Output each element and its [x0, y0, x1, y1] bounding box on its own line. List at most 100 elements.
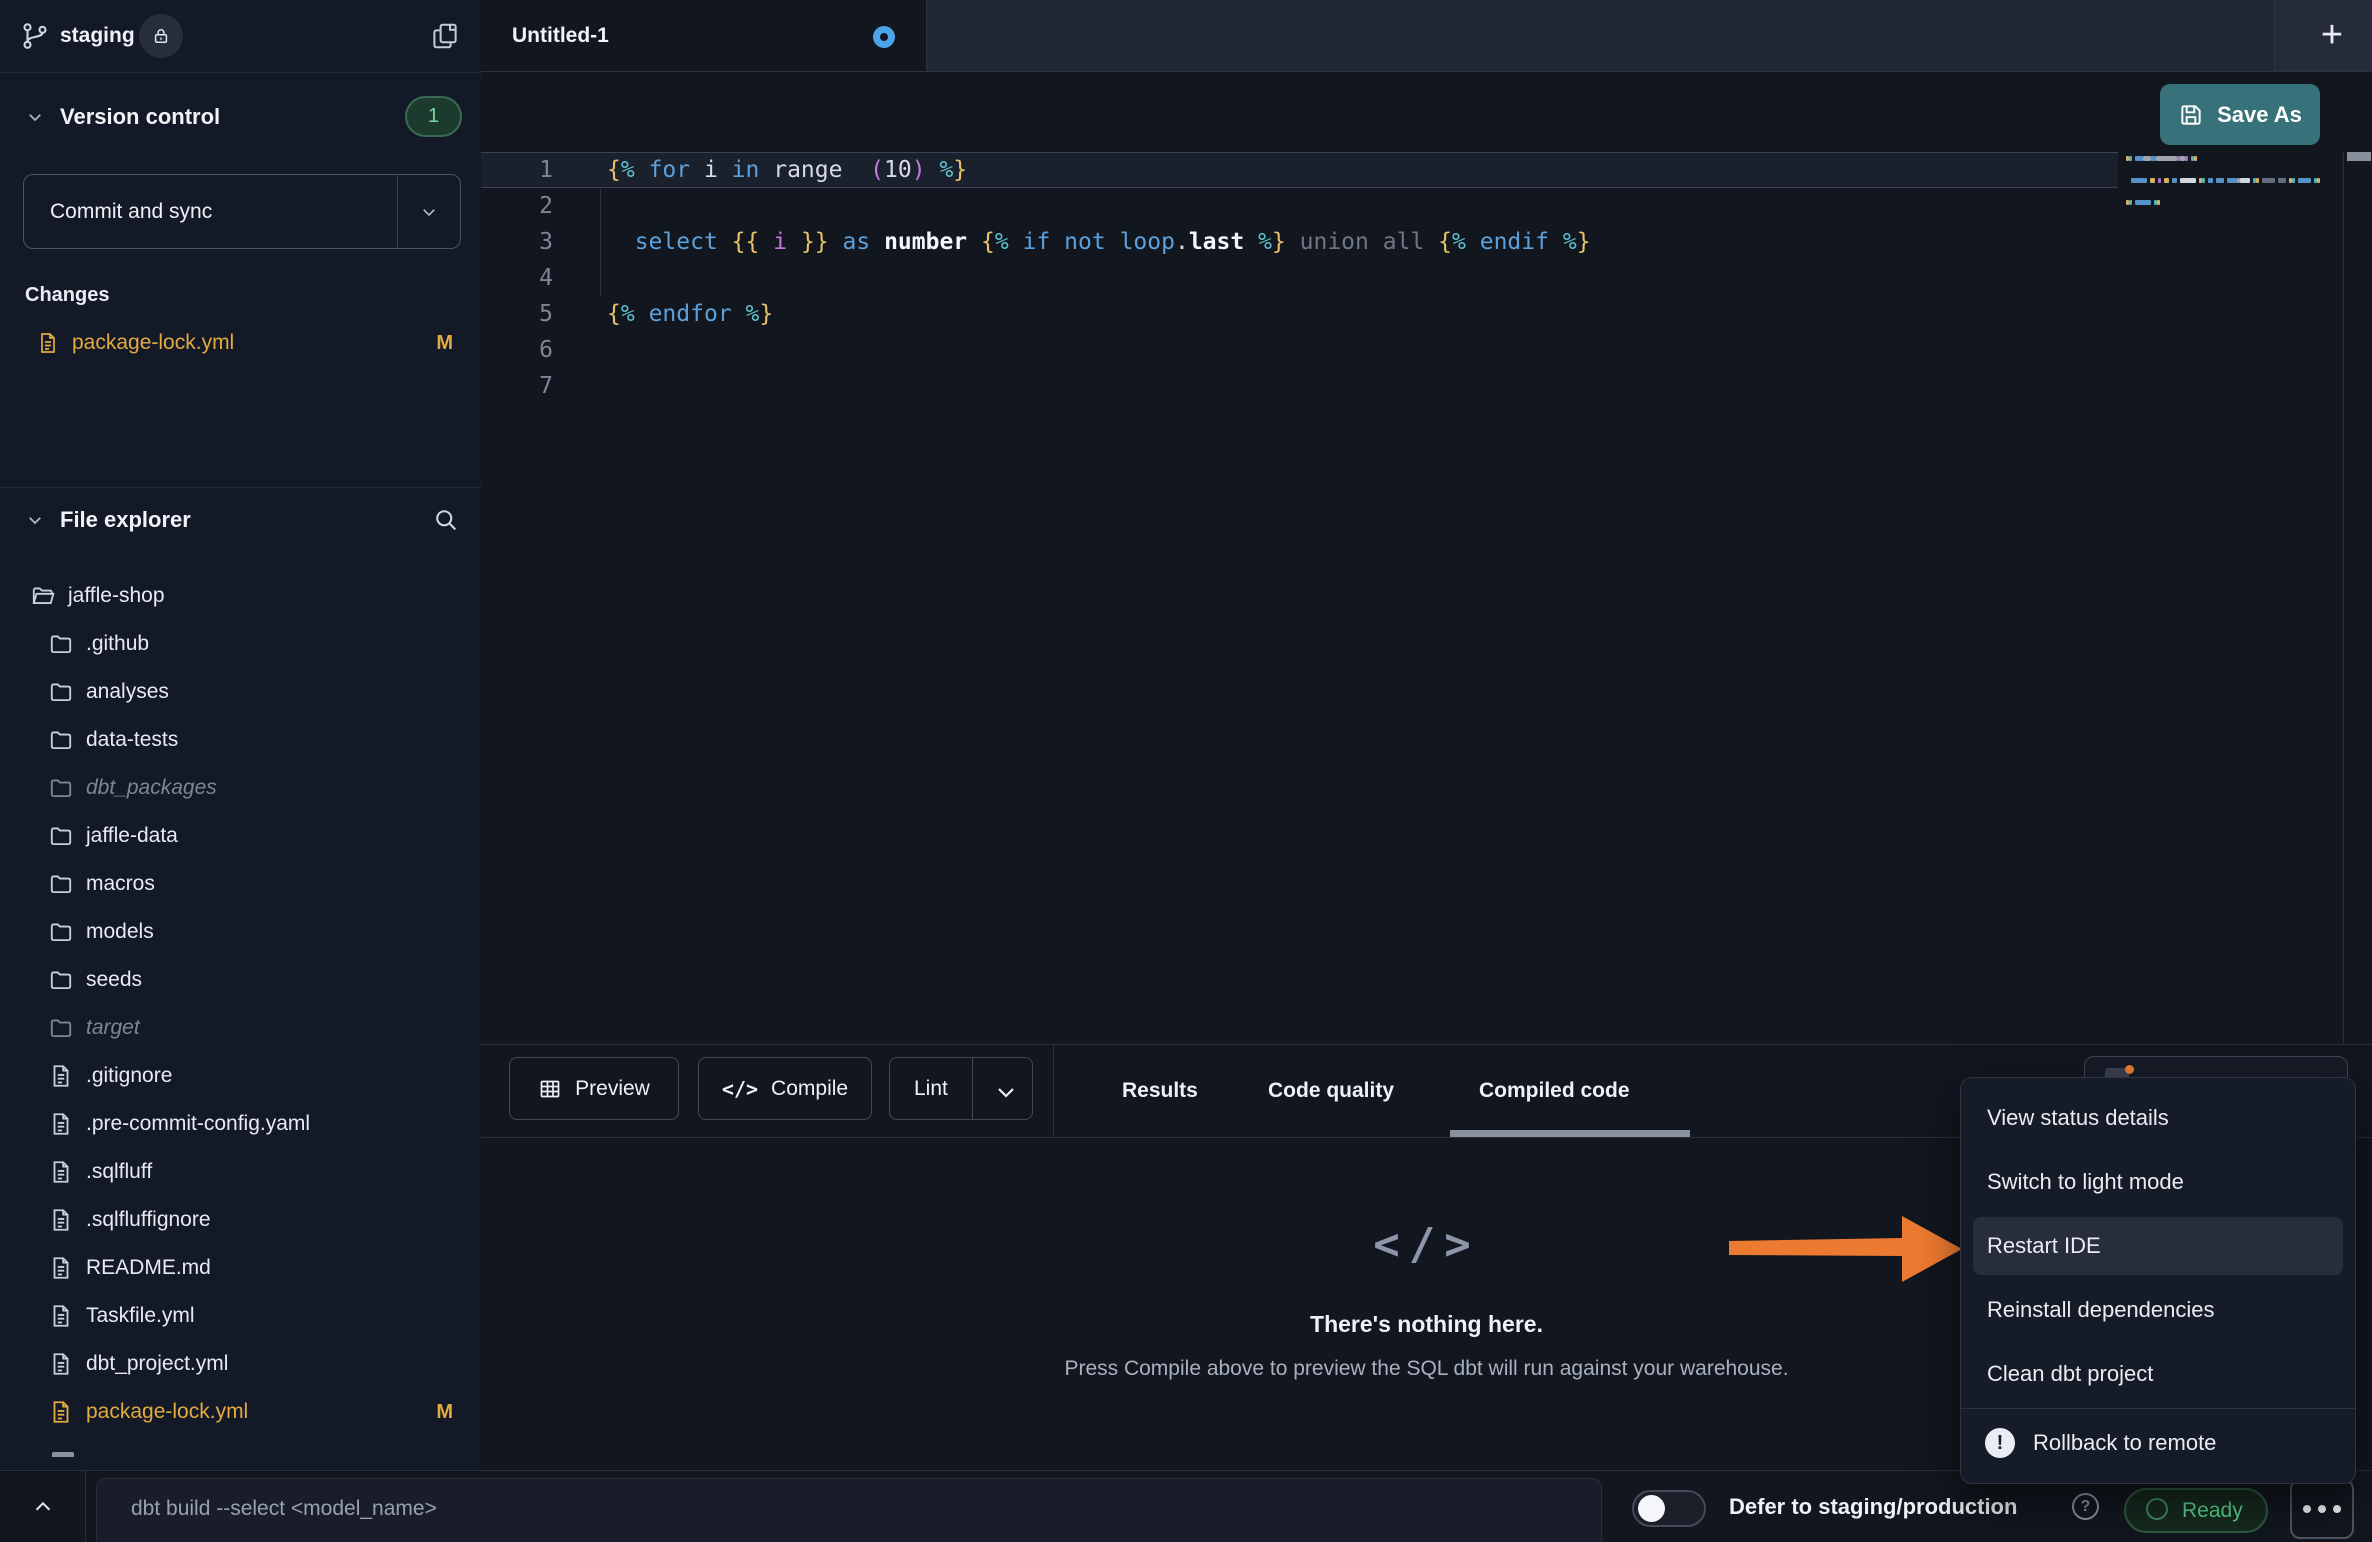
file-icon	[36, 331, 60, 355]
tree-item-label: macros	[86, 872, 155, 896]
tab-results[interactable]: Results	[1122, 1045, 1198, 1137]
tree-item-dbt_packages[interactable]: dbt_packages	[0, 764, 481, 812]
minimap-line	[2126, 156, 2338, 167]
copy-icon[interactable]	[430, 21, 460, 51]
tree-item-.pre-commit-config.yaml[interactable]: .pre-commit-config.yaml	[0, 1100, 481, 1148]
file-tree: jaffle-shop .github analysesdata-tests dbt_…	[0, 572, 481, 1436]
tree-item-jaffle-shop[interactable]: jaffle-shop	[0, 572, 481, 620]
menu-item-rollback-to-remote[interactable]: !Rollback to remote	[1961, 1411, 2355, 1475]
tree-item-jaffle-data[interactable]: jaffle-data	[0, 812, 481, 860]
code-line-1[interactable]: 1{% for i in range (10) %}	[481, 152, 2118, 188]
code-editor[interactable]: 1{% for i in range (10) %} 2 3 select {{ i…	[481, 72, 2372, 1044]
menu-item-label: Rollback to remote	[2033, 1430, 2216, 1456]
tree-item-.gitignore[interactable]: .gitignore	[0, 1052, 481, 1100]
tree-item-label: .gitignore	[86, 1064, 172, 1088]
defer-toggle[interactable]	[1632, 1490, 1706, 1527]
tab-compiled-code[interactable]: Compiled code	[1479, 1045, 1630, 1137]
status-badge[interactable]: Ready	[2124, 1488, 2268, 1533]
menu-item-switch-to-light-mode[interactable]: Switch to light mode	[1961, 1150, 2355, 1214]
code-line-2[interactable]: 2	[481, 188, 2118, 224]
toolbar-divider	[1053, 1045, 1054, 1137]
editor-scrollbar-thumb[interactable]	[2347, 152, 2371, 161]
tree-item-macros[interactable]: macros	[0, 860, 481, 908]
tree-item-analyses[interactable]: analyses	[0, 668, 481, 716]
active-tab-underline	[1450, 1130, 1690, 1137]
changed-file-name: package-lock.yml	[72, 331, 234, 355]
line-number: 2	[481, 193, 553, 219]
tree-item-package-lock.yml[interactable]: package-lock.yml M	[0, 1388, 481, 1436]
minimap[interactable]	[2126, 156, 2338, 211]
branch-name[interactable]: staging	[60, 0, 135, 72]
tab-code-quality[interactable]: Code quality	[1268, 1045, 1394, 1137]
branch-header: staging	[0, 0, 481, 73]
chevron-down-icon[interactable]	[420, 203, 438, 221]
line-content: {% for i in range (10) %}	[607, 157, 967, 183]
git-branch-icon	[20, 21, 50, 51]
line-number: 7	[481, 373, 553, 399]
new-tab-button[interactable]: +	[2310, 14, 2354, 58]
dbt-cloud-ide: staging Version control 1 Commit and syn…	[0, 0, 2372, 1542]
tree-item-label: Taskfile.yml	[86, 1304, 195, 1328]
modified-badge: M	[436, 1401, 453, 1424]
tab-title: Untitled-1	[512, 0, 609, 71]
help-icon[interactable]: ?	[2072, 1493, 2099, 1520]
lint-button[interactable]: Lint	[889, 1057, 1033, 1120]
tree-item-.github[interactable]: .github	[0, 620, 481, 668]
tree-item-label: target	[86, 1016, 140, 1040]
tree-item-dbt_project.yml[interactable]: dbt_project.yml	[0, 1340, 481, 1388]
menu-item-clean-dbt-project[interactable]: Clean dbt project	[1961, 1342, 2355, 1406]
tree-item-seeds[interactable]: seeds	[0, 956, 481, 1004]
minimap-line	[2126, 178, 2338, 189]
search-icon[interactable]	[432, 506, 460, 534]
menu-item-restart-ide[interactable]: Restart IDE	[1973, 1217, 2343, 1275]
line-number: 5	[481, 301, 553, 327]
commit-and-sync-button[interactable]: Commit and sync	[23, 174, 461, 249]
folder-icon	[48, 919, 74, 945]
code-line-6[interactable]: 6	[481, 332, 2118, 368]
tree-item-label: seeds	[86, 968, 142, 992]
tree-item-data-tests[interactable]: data-tests	[0, 716, 481, 764]
tree-item-label: .github	[86, 632, 149, 656]
tree-item-label: README.md	[86, 1256, 211, 1280]
modified-badge: M	[436, 332, 453, 355]
expand-command-bar-button[interactable]	[0, 1471, 86, 1542]
tree-item-label: .pre-commit-config.yaml	[86, 1112, 310, 1136]
folder-icon	[48, 775, 74, 801]
file-icon	[48, 1159, 74, 1185]
tree-item-models[interactable]: models	[0, 908, 481, 956]
folder-open-icon	[30, 583, 56, 609]
folder-icon	[48, 823, 74, 849]
code-line-3[interactable]: 3 select {{ i }} as number {% if not loo…	[481, 224, 2118, 260]
tree-item-label: dbt_packages	[86, 776, 217, 800]
tree-item-.sqlfluffignore[interactable]: .sqlfluffignore	[0, 1196, 481, 1244]
chevron-down-icon[interactable]	[994, 1080, 1012, 1098]
code-line-7[interactable]: 7	[481, 368, 2118, 404]
changed-file-row[interactable]: package-lock.yml M	[0, 320, 481, 366]
tree-item-README.md[interactable]: README.md	[0, 1244, 481, 1292]
file-icon	[48, 1111, 74, 1137]
line-content: {% endfor %}	[607, 301, 773, 327]
minimap-line	[2126, 189, 2338, 200]
save-as-button[interactable]: Save As	[2160, 84, 2320, 145]
compile-label: Compile	[771, 1077, 848, 1101]
button-divider	[972, 1058, 973, 1119]
preview-button[interactable]: Preview	[509, 1057, 679, 1120]
file-icon	[48, 1399, 74, 1425]
version-control-title: Version control	[60, 93, 220, 141]
tree-item-label: package-lock.yml	[86, 1400, 248, 1424]
command-input[interactable]: dbt build --select <model_name>	[96, 1478, 1602, 1542]
tree-item-Taskfile.yml[interactable]: Taskfile.yml	[0, 1292, 481, 1340]
menu-item-reinstall-dependencies[interactable]: Reinstall dependencies	[1961, 1278, 2355, 1342]
menu-item-view-status-details[interactable]: View status details	[1961, 1086, 2355, 1150]
more-options-button[interactable]	[2290, 1479, 2354, 1539]
code-line-4[interactable]: 4	[481, 260, 2118, 296]
toggle-knob	[1638, 1495, 1665, 1522]
code-line-5[interactable]: 5 {% endfor %}	[481, 296, 2118, 332]
file-explorer-header[interactable]: File explorer	[0, 496, 481, 544]
code-icon: </>	[722, 1077, 758, 1101]
compile-button[interactable]: </> Compile	[698, 1057, 872, 1120]
tree-item-.sqlfluff[interactable]: .sqlfluff	[0, 1148, 481, 1196]
tab-untitled-1[interactable]: Untitled-1	[481, 0, 927, 71]
tree-item-target[interactable]: target	[0, 1004, 481, 1052]
section-divider	[0, 487, 481, 488]
